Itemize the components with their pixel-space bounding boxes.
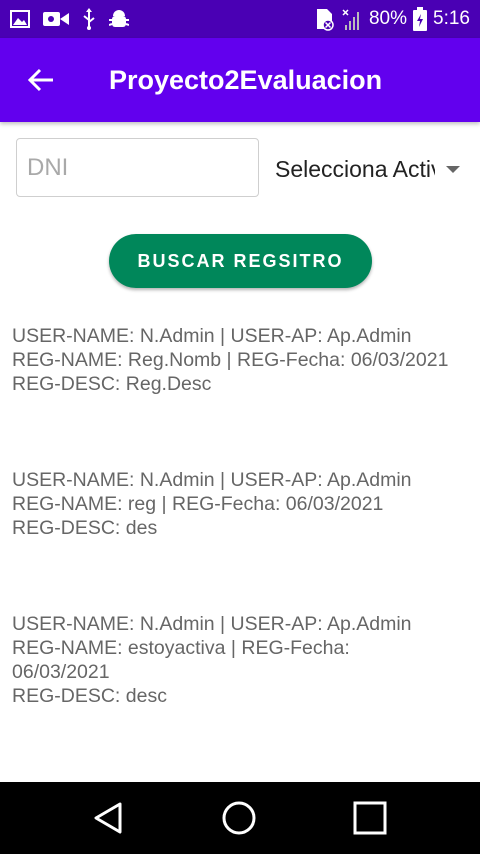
app-title: Proyecto2Evaluacion [109, 65, 383, 95]
battery-icon [413, 7, 428, 31]
record-desc-line: REG-DESC: Reg.Desc [12, 373, 212, 395]
search-record-button[interactable]: BUSCAR REGSITRO [109, 234, 372, 288]
dni-input[interactable] [16, 138, 259, 197]
app-bar: Proyecto2Evaluacion [0, 38, 480, 122]
image-icon [10, 10, 30, 28]
record-reg-line: REG-NAME: estoyactiva | REG-Fecha: 06/03… [12, 637, 350, 683]
record-user-line: USER-NAME: N.Admin | USER-AP: Ap.Admin [12, 469, 412, 491]
nav-back-button[interactable] [90, 799, 128, 837]
list-item[interactable]: USER-NAME: N.Admin | USER-AP: Ap.Admin R… [12, 612, 412, 708]
status-bar: 80% 5:16 [0, 0, 480, 38]
nav-home-button[interactable] [220, 799, 258, 837]
usb-icon [83, 8, 95, 30]
arrow-back-icon [27, 68, 53, 92]
dropdown-arrow-icon [446, 166, 460, 173]
battery-percent: 80% [368, 8, 408, 29]
android-debug-icon [109, 10, 129, 27]
navigation-bar [0, 782, 480, 854]
square-recents-icon [353, 801, 387, 835]
list-item[interactable]: USER-NAME: N.Admin | USER-AP: Ap.Admin R… [12, 324, 472, 396]
record-user-line: USER-NAME: N.Admin | USER-AP: Ap.Admin [12, 325, 412, 347]
record-user-line: USER-NAME: N.Admin | USER-AP: Ap.Admin [12, 613, 412, 635]
record-desc-line: REG-DESC: desc [12, 685, 167, 707]
sim-icon [316, 9, 334, 31]
video-camera-icon [43, 12, 69, 26]
back-button[interactable] [26, 64, 58, 96]
signal-icon [342, 9, 359, 30]
nav-recents-button[interactable] [351, 799, 389, 837]
record-reg-line: REG-NAME: Reg.Nomb | REG-Fecha: 06/03/20… [12, 349, 449, 371]
record-reg-line: REG-NAME: reg | REG-Fecha: 06/03/2021 [12, 493, 384, 515]
spinner-selected-text: Selecciona Actividad [275, 156, 435, 182]
circle-home-icon [222, 801, 256, 835]
status-time: 5:16 [433, 8, 470, 29]
triangle-back-icon [94, 802, 122, 834]
activity-spinner[interactable]: Selecciona Actividad [275, 150, 470, 190]
list-item[interactable]: USER-NAME: N.Admin | USER-AP: Ap.Admin R… [12, 468, 472, 540]
record-desc-line: REG-DESC: des [12, 517, 158, 539]
